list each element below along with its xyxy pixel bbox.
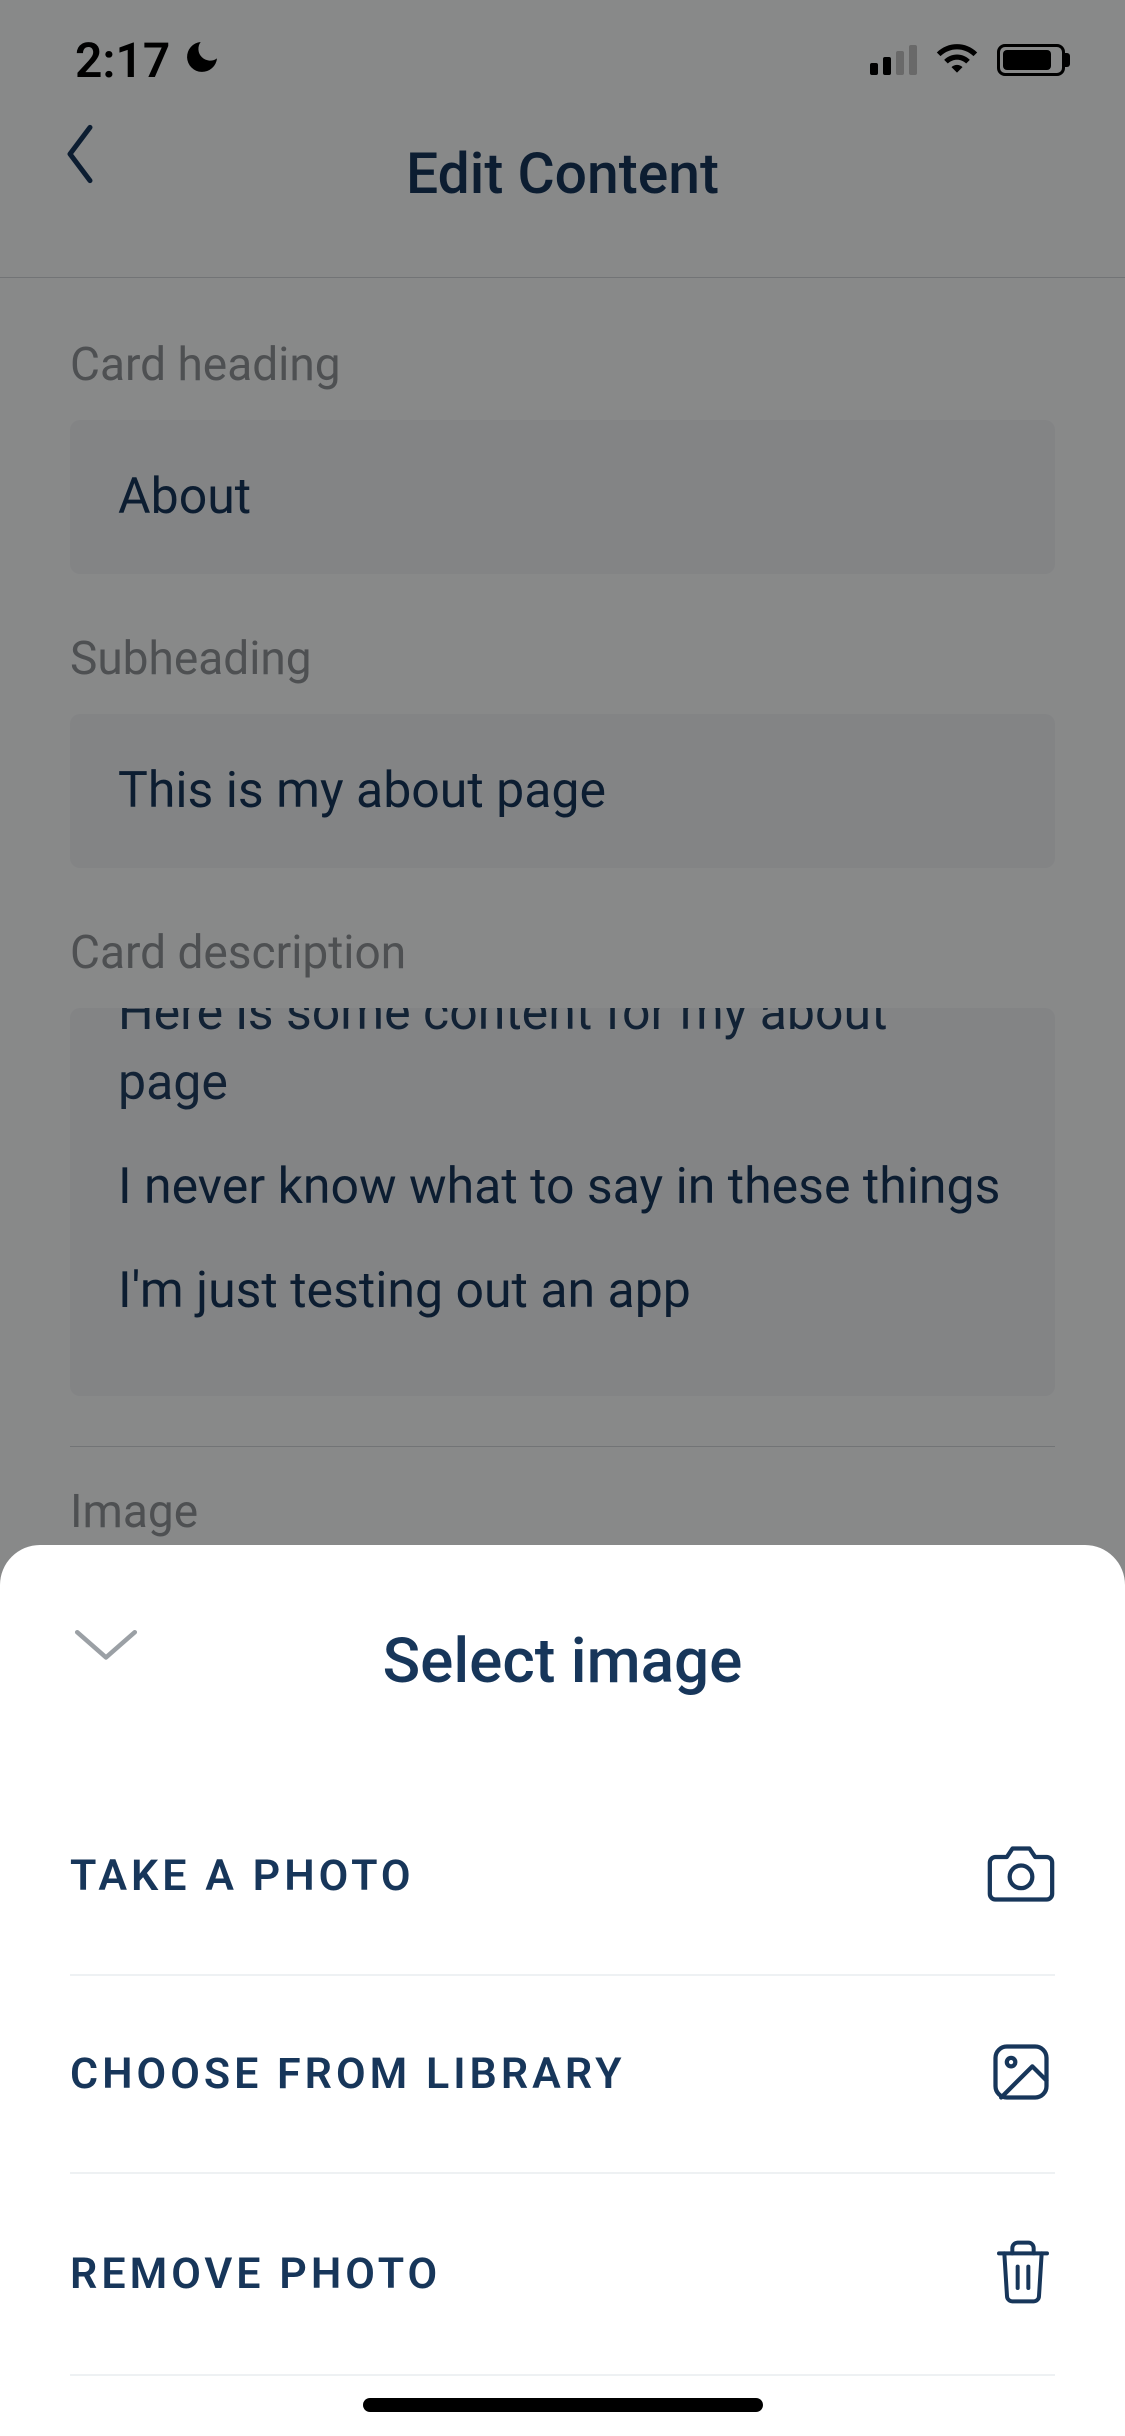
camera-icon bbox=[987, 1840, 1055, 1912]
sheet-header: Select image bbox=[0, 1545, 1125, 1748]
sheet-title: Select image bbox=[383, 1625, 743, 1698]
option-label: CHOOSE FROM LIBRARY bbox=[70, 2049, 626, 2099]
option-label: REMOVE PHOTO bbox=[70, 2249, 441, 2299]
take-photo-option[interactable]: TAKE A PHOTO bbox=[70, 1778, 1055, 1976]
option-label: TAKE A PHOTO bbox=[70, 1851, 415, 1901]
choose-library-option[interactable]: CHOOSE FROM LIBRARY bbox=[70, 1976, 1055, 2174]
trash-icon bbox=[991, 2236, 1055, 2312]
select-image-sheet: Select image TAKE A PHOTO CHOOSE FROM LI… bbox=[0, 1545, 1125, 2436]
chevron-down-icon[interactable] bbox=[70, 1620, 142, 1670]
image-icon bbox=[987, 2038, 1055, 2110]
home-indicator[interactable] bbox=[363, 2398, 763, 2412]
sheet-options: TAKE A PHOTO CHOOSE FROM LIBRARY REMOVE … bbox=[0, 1748, 1125, 2376]
remove-photo-option[interactable]: REMOVE PHOTO bbox=[70, 2174, 1055, 2376]
